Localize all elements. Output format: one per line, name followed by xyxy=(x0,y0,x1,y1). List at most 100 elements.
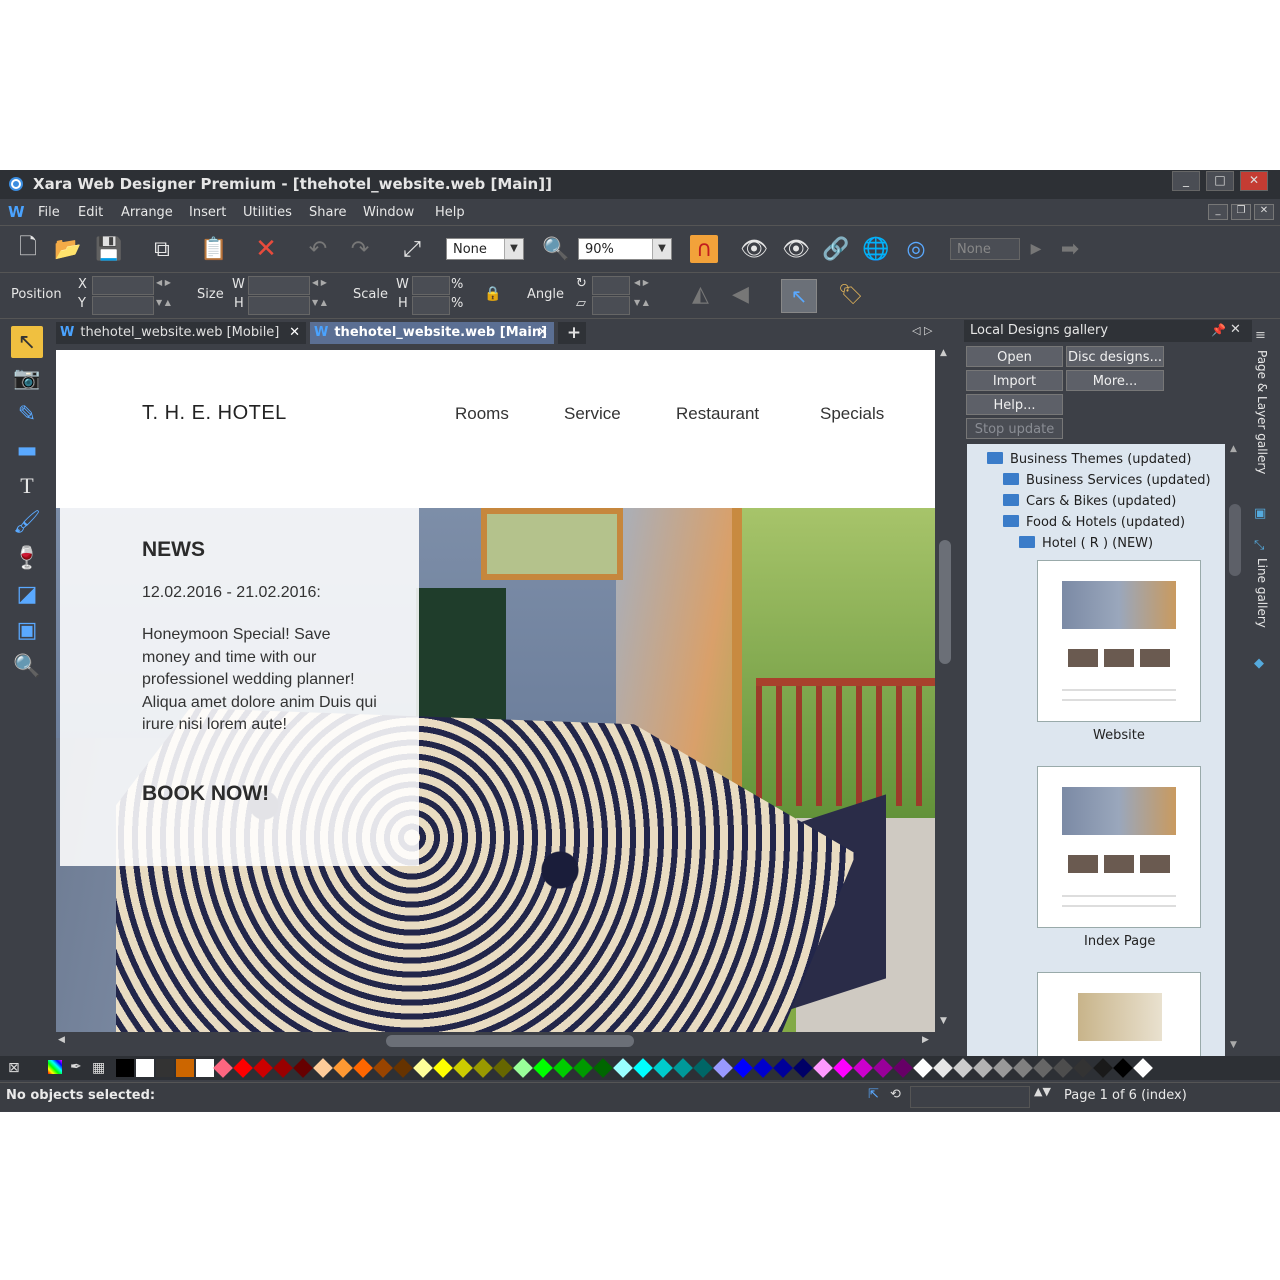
color-swatch[interactable] xyxy=(493,1058,513,1078)
close-gallery-icon[interactable]: ✕ xyxy=(1230,322,1241,337)
menu-utilities[interactable]: Utilities xyxy=(243,205,292,220)
page-stepper-icon[interactable]: ▲▼ xyxy=(1034,1085,1051,1098)
color-swatch[interactable] xyxy=(1013,1058,1033,1078)
scale-w-field[interactable] xyxy=(412,276,450,295)
disc-designs-button[interactable]: Disc designs... xyxy=(1066,346,1164,367)
fill-gallery-icon[interactable]: ◆ xyxy=(1254,656,1264,671)
color-swatch[interactable] xyxy=(593,1058,613,1078)
delete-icon[interactable]: ✕ xyxy=(252,234,280,264)
vertical-scrollbar[interactable]: ▲ ▼ xyxy=(937,348,955,1028)
close-button[interactable]: ✕ xyxy=(1240,171,1268,191)
rectangle-tool-icon[interactable]: ▬ xyxy=(11,434,43,466)
no-color-icon[interactable]: ⊠ xyxy=(8,1060,20,1076)
color-swatch[interactable] xyxy=(453,1058,473,1078)
color-swatch[interactable] xyxy=(196,1059,214,1077)
scroll-down-icon[interactable]: ▼ xyxy=(940,1016,947,1026)
color-swatch[interactable] xyxy=(893,1058,913,1078)
add-tab-button[interactable]: + xyxy=(558,322,586,344)
doc-minimize-button[interactable]: _ xyxy=(1208,204,1228,220)
color-swatch[interactable] xyxy=(953,1058,973,1078)
scroll-tabs-icon[interactable]: ◁ ▷ xyxy=(912,324,932,337)
color-swatch[interactable] xyxy=(513,1058,533,1078)
color-swatch[interactable] xyxy=(773,1058,793,1078)
transform-icon[interactable]: ⤢ xyxy=(398,235,426,263)
transparency-tool-icon[interactable]: 🍷 xyxy=(11,542,43,574)
close-tab-icon[interactable]: ✕ xyxy=(289,322,300,344)
gallery-list[interactable]: Business Themes (updated) Business Servi… xyxy=(967,444,1225,1056)
link-icon[interactable]: 🔗 xyxy=(822,235,850,263)
color-swatch[interactable] xyxy=(913,1058,933,1078)
gallery-folder[interactable]: Business Services (updated) xyxy=(1003,473,1211,488)
color-swatch[interactable] xyxy=(273,1058,293,1078)
color-swatch[interactable] xyxy=(1053,1058,1073,1078)
design-thumbnail-index-page[interactable] xyxy=(1037,766,1201,928)
redo-icon[interactable]: ↷ xyxy=(346,235,374,263)
page-layer-gallery-tab[interactable]: Page & Layer gallery xyxy=(1255,350,1269,474)
size-h-field[interactable] xyxy=(248,296,310,315)
color-swatch[interactable] xyxy=(353,1058,373,1078)
color-swatch[interactable] xyxy=(993,1058,1013,1078)
nav-specials[interactable]: Specials xyxy=(820,404,884,424)
color-swatch[interactable] xyxy=(613,1058,633,1078)
news-box[interactable]: NEWS 12.02.2016 - 21.02.2016: Honeymoon … xyxy=(60,508,419,866)
color-swatch[interactable] xyxy=(733,1058,753,1078)
color-swatch[interactable] xyxy=(813,1058,833,1078)
scroll-right-icon[interactable]: ▶ xyxy=(922,1035,929,1045)
color-swatch[interactable] xyxy=(673,1058,693,1078)
help-button[interactable]: Help... xyxy=(966,394,1063,415)
eyedropper-icon[interactable]: ✒ xyxy=(70,1059,82,1075)
line-gallery-tab[interactable]: Line gallery xyxy=(1255,558,1269,628)
undo-icon[interactable]: ↶ xyxy=(304,235,332,263)
more-button[interactable]: More... xyxy=(1066,370,1164,391)
color-swatch[interactable] xyxy=(753,1058,773,1078)
open-button[interactable]: Open xyxy=(966,346,1063,367)
color-swatch[interactable] xyxy=(833,1058,853,1078)
select-inside-icon[interactable]: ↖ xyxy=(781,279,817,313)
menu-edit[interactable]: Edit xyxy=(78,205,103,220)
gallery-scrollbar-thumb[interactable] xyxy=(1229,504,1241,576)
menu-window[interactable]: Window xyxy=(363,205,414,220)
color-swatch[interactable] xyxy=(1033,1058,1053,1078)
stepper-icon[interactable]: ◀ ▶ xyxy=(634,278,649,287)
color-swatch[interactable] xyxy=(233,1058,253,1078)
color-swatch[interactable] xyxy=(973,1058,993,1078)
color-swatch[interactable] xyxy=(793,1058,813,1078)
stepper-icon[interactable]: ▼ ▲ xyxy=(156,298,171,307)
transparent-swatch-icon[interactable]: ▦ xyxy=(92,1060,105,1076)
color-swatch[interactable] xyxy=(1073,1058,1093,1078)
book-now-link[interactable]: BOOK NOW! xyxy=(142,782,269,806)
color-swatch[interactable] xyxy=(116,1059,134,1077)
doc-restore-button[interactable]: ❐ xyxy=(1231,204,1251,220)
design-thumbnail-third[interactable] xyxy=(1037,972,1201,1056)
color-swatch[interactable] xyxy=(433,1058,453,1078)
color-swatch[interactable] xyxy=(176,1059,194,1077)
color-swatch[interactable] xyxy=(713,1058,733,1078)
nav-service[interactable]: Service xyxy=(564,404,621,424)
scale-h-field[interactable] xyxy=(412,296,450,315)
shadow-tool-icon[interactable]: ◪ xyxy=(11,578,43,610)
tag-icon[interactable]: 🏷 xyxy=(838,282,863,306)
color-swatch[interactable] xyxy=(873,1058,893,1078)
horizontal-scrollbar[interactable]: ◀ ▶ xyxy=(56,1032,936,1050)
layers-icon[interactable]: ≡ xyxy=(1255,328,1266,343)
menu-insert[interactable]: Insert xyxy=(189,205,226,220)
snap-status-icon[interactable]: ⇱ xyxy=(868,1087,879,1102)
scrollbar-thumb[interactable] xyxy=(939,540,951,664)
menu-arrange[interactable]: Arrange xyxy=(121,205,173,220)
gallery-folder[interactable]: Cars & Bikes (updated) xyxy=(1003,494,1176,509)
scroll-left-icon[interactable]: ◀ xyxy=(58,1035,65,1045)
site-brand[interactable]: T. H. E. HOTEL xyxy=(142,402,287,425)
position-x-field[interactable] xyxy=(92,276,154,295)
photo-tool-icon[interactable]: 📷 xyxy=(11,362,43,394)
flip-horizontal-icon[interactable]: ◭ xyxy=(692,282,709,307)
close-tab-icon[interactable]: ✕ xyxy=(537,322,548,344)
color-swatch[interactable] xyxy=(533,1058,553,1078)
color-swatch[interactable] xyxy=(156,1059,174,1077)
menu-share[interactable]: Share xyxy=(309,205,347,220)
color-swatch[interactable] xyxy=(413,1058,433,1078)
flip-vertical-icon[interactable]: ◀ xyxy=(732,282,749,307)
copy-icon[interactable]: ⧉ xyxy=(148,235,176,263)
color-swatch[interactable] xyxy=(136,1059,154,1077)
frame-tool-icon[interactable]: ▣ xyxy=(11,614,43,646)
doc-close-button[interactable]: ✕ xyxy=(1254,204,1274,220)
